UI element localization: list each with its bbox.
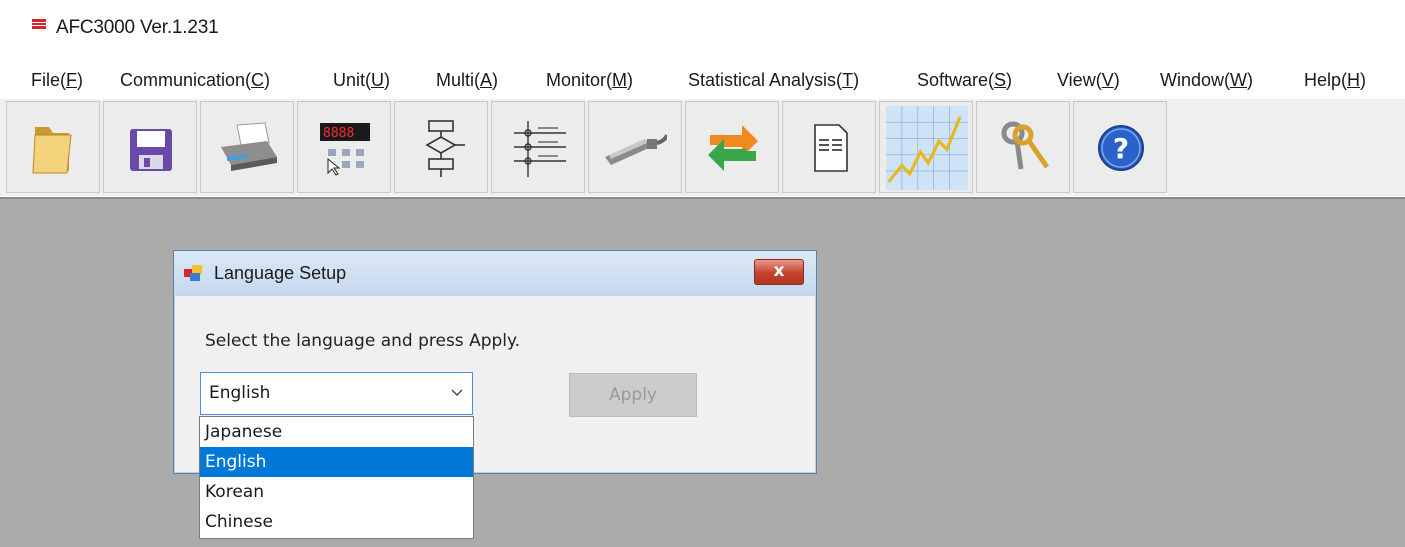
menu-window[interactable]: Window(W) [1160, 70, 1253, 91]
language-dropdown-list: Japanese English Korean Chinese [199, 416, 474, 539]
title-bar: AFC3000 Ver.1.231 [0, 0, 1405, 58]
menu-multi[interactable]: Multi(A) [436, 70, 498, 91]
dialog-close-button[interactable]: x [754, 259, 804, 285]
language-select-value: English [209, 383, 271, 403]
flowchart-icon [425, 120, 465, 177]
apply-button-label: Apply [609, 385, 657, 405]
printer-icon [221, 122, 277, 171]
menu-bar: File(F) Communication(C) Unit(U) Multi(A… [0, 62, 1405, 100]
menu-monitor[interactable]: Monitor(M) [546, 70, 633, 91]
keys-icon [1001, 121, 1050, 170]
unit-display-button[interactable]: 8888 [297, 101, 391, 193]
dialog-title-bar[interactable]: Language Setup x [174, 251, 816, 296]
option-japanese[interactable]: Japanese [200, 417, 473, 447]
menu-help[interactable]: Help(H) [1304, 70, 1366, 91]
svg-text:?: ? [1113, 132, 1129, 165]
window-title: AFC3000 Ver.1.231 [56, 17, 219, 38]
document-icon [814, 124, 848, 172]
help-button[interactable]: ? [1073, 101, 1167, 193]
option-chinese[interactable]: Chinese [200, 507, 473, 537]
unit-display-icon: 8888 [320, 123, 370, 176]
menu-software[interactable]: Software(S) [917, 70, 1012, 91]
serial-cable-button[interactable] [588, 101, 682, 193]
window-app-icon [184, 265, 202, 281]
chevron-down-icon [451, 389, 463, 396]
print-button[interactable] [200, 101, 294, 193]
serial-cable-icon [605, 134, 667, 165]
afc-logo-icon [31, 18, 47, 30]
language-select[interactable]: English [200, 372, 473, 415]
dialog-title: Language Setup [214, 263, 347, 283]
menu-view[interactable]: View(V) [1057, 70, 1120, 91]
graph-button[interactable] [879, 101, 973, 193]
menu-unit[interactable]: Unit(U) [333, 70, 390, 91]
flowchart-button[interactable] [394, 101, 488, 193]
sync-arrows-icon [708, 125, 758, 171]
graph-chart-icon [886, 106, 968, 190]
save-button[interactable] [103, 101, 197, 193]
option-english[interactable]: English [200, 447, 473, 477]
document-button[interactable] [782, 101, 876, 193]
svg-text:8888: 8888 [323, 126, 354, 141]
dialog-message: Select the language and press Apply. [205, 331, 521, 351]
close-icon: x [773, 261, 785, 281]
open-button[interactable] [6, 101, 100, 193]
folder-open-icon [32, 127, 72, 174]
menu-file[interactable]: File(F) [31, 70, 83, 91]
apply-button[interactable]: Apply [569, 373, 697, 417]
menu-statistical-analysis[interactable]: Statistical Analysis(T) [688, 70, 859, 91]
sequence-list-icon [514, 121, 566, 177]
security-keys-button[interactable] [976, 101, 1070, 193]
menu-communication[interactable]: Communication(C) [120, 70, 270, 91]
sequence-list-button[interactable] [491, 101, 585, 193]
sync-button[interactable] [685, 101, 779, 193]
save-disk-icon [130, 129, 172, 171]
toolbar: 8888 ? [0, 99, 1405, 196]
help-question-icon: ? [1098, 125, 1144, 171]
option-korean[interactable]: Korean [200, 477, 473, 507]
